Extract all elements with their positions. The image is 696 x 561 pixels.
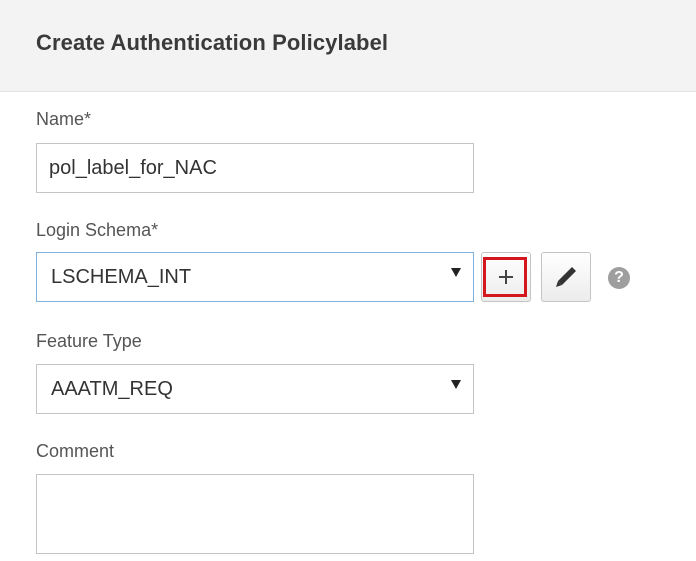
edit-login-schema-button[interactable] — [541, 252, 591, 302]
login-schema-label: Login Schema* — [36, 220, 159, 240]
dropdown-caret-icon — [451, 380, 461, 389]
pencil-icon — [556, 267, 576, 287]
question-icon[interactable]: ? — [608, 267, 630, 289]
feature-type-select[interactable]: AAATM_REQ — [36, 364, 474, 414]
dropdown-caret-icon — [451, 268, 461, 277]
comment-label: Comment — [36, 441, 115, 461]
login-schema-value: LSCHEMA_INT — [51, 266, 192, 288]
help-glyph: ? — [614, 269, 624, 286]
highlight-annotation — [483, 257, 527, 297]
page-title: Create Authentication Policylabel — [36, 30, 389, 55]
feature-type-label: Feature Type — [36, 331, 142, 351]
name-input[interactable] — [36, 143, 474, 193]
create-policylabel-dialog: Create Authentication Policylabel Name* … — [0, 0, 696, 561]
comment-textarea[interactable] — [36, 474, 474, 554]
feature-type-value: AAATM_REQ — [51, 378, 173, 400]
login-schema-select[interactable]: LSCHEMA_INT — [36, 252, 474, 302]
dialog-header: Create Authentication Policylabel — [0, 0, 696, 92]
name-label: Name* — [36, 109, 92, 129]
